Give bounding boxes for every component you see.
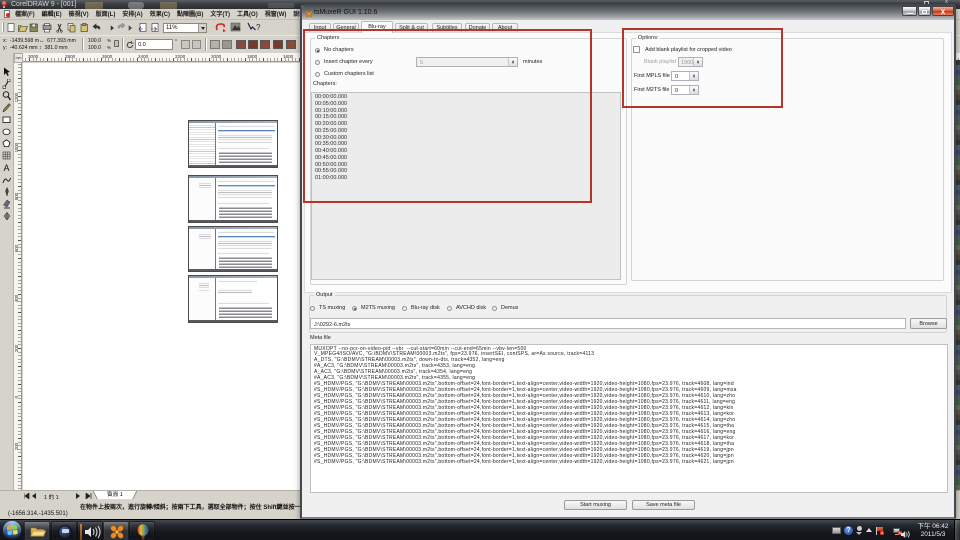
svg-text:?: ? bbox=[256, 23, 261, 32]
